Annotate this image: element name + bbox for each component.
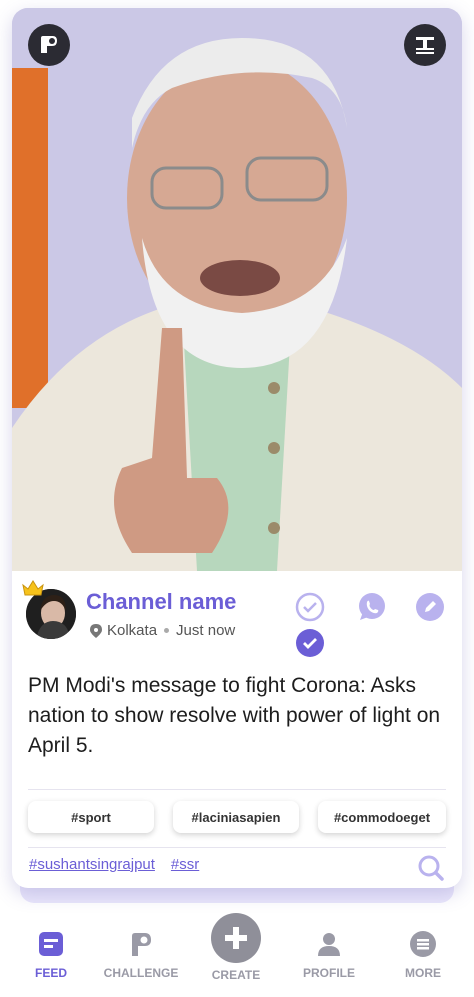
- text-format-icon: [416, 37, 434, 54]
- check-circle-outline-icon: [295, 592, 325, 622]
- verified-button[interactable]: [295, 628, 325, 658]
- profile-icon: [318, 933, 340, 956]
- nav-create[interactable]: CREATE: [196, 912, 276, 982]
- tag-pill[interactable]: #commodoeget: [318, 801, 446, 833]
- challenge-icon: [41, 36, 57, 53]
- search-icon: [418, 855, 444, 881]
- divider: [28, 847, 446, 848]
- verify-outline-button[interactable]: [295, 592, 325, 622]
- text-view-button[interactable]: [404, 24, 446, 66]
- challenge-badge-button[interactable]: [28, 24, 70, 66]
- nav-feed[interactable]: FEED: [11, 930, 91, 980]
- nav-label: FEED: [34, 966, 67, 980]
- tag-pill[interactable]: #sport: [28, 801, 154, 833]
- meta-separator: [164, 628, 170, 633]
- nav-label: PROFILE: [302, 966, 355, 980]
- location-text: Kolkata: [107, 622, 158, 639]
- hashtag-link[interactable]: #ssr: [171, 856, 199, 873]
- edit-button[interactable]: [415, 592, 445, 622]
- crown-icon: [22, 580, 44, 596]
- search-button[interactable]: [417, 854, 445, 882]
- nav-label: MORE: [405, 966, 441, 980]
- menu-icon: [410, 931, 436, 957]
- check-circle-filled-icon: [296, 629, 324, 657]
- hashtag-link[interactable]: #sushantsingrajput: [29, 856, 155, 873]
- nav-profile[interactable]: PROFILE: [289, 930, 369, 980]
- post-card[interactable]: Channel name Kolkata Just now PM Modi's …: [12, 8, 462, 888]
- challenge-icon: [132, 933, 151, 956]
- post-meta: Kolkata Just now: [90, 622, 235, 639]
- post-headline[interactable]: PM Modi's message to fight Corona: Asks …: [28, 671, 452, 761]
- nav-more[interactable]: MORE: [383, 930, 463, 980]
- hashtag-list: #sushantsingrajput #ssr: [29, 856, 199, 873]
- channel-name[interactable]: Channel name: [86, 589, 236, 615]
- divider: [28, 789, 446, 790]
- nav-label: CREATE: [211, 968, 261, 982]
- post-image[interactable]: [12, 8, 462, 571]
- location-pin-icon: [90, 623, 102, 638]
- bottom-nav: FEED CHALLENGE CREATE PROFILE MORE: [0, 910, 474, 997]
- plus-icon: [211, 913, 261, 963]
- whatsapp-icon: [359, 593, 385, 620]
- feed-icon: [39, 932, 63, 956]
- pencil-icon: [416, 593, 444, 621]
- whatsapp-share-button[interactable]: [357, 592, 387, 622]
- nav-challenge[interactable]: CHALLENGE: [101, 930, 181, 980]
- nav-label: CHALLENGE: [103, 966, 179, 980]
- tag-pill[interactable]: #laciniasapien: [173, 801, 299, 833]
- timestamp: Just now: [176, 622, 236, 639]
- post-info: Channel name Kolkata Just now PM Modi's …: [12, 571, 462, 888]
